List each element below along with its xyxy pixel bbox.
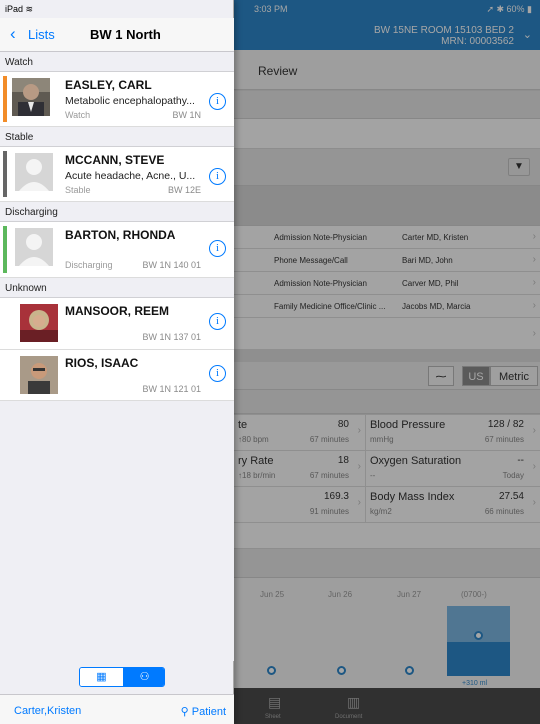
wifi-icon: ≋	[25, 4, 34, 14]
search-icon: ⚲	[180, 706, 189, 718]
nav-bar: ‹ Lists BW 1 North	[0, 18, 234, 52]
patient-row[interactable]: RIOS, ISAAC BW 1N 121 01 i	[0, 350, 234, 401]
patient-search-button[interactable]: ⚲ Patient	[181, 705, 226, 718]
avatar-placeholder-icon	[15, 228, 53, 266]
calendar-icon[interactable]: ▦	[80, 668, 123, 686]
patient-row[interactable]: MANSOOR, REEM BW 1N 137 01 i	[0, 298, 234, 350]
device-name: iPad	[5, 4, 24, 14]
section-header-stable: Stable	[0, 127, 234, 147]
section-header-discharging: Discharging	[0, 202, 234, 222]
status-color-bar	[3, 151, 7, 197]
patient-row[interactable]: BARTON, RHONDA Discharging BW 1N 140 01 …	[0, 222, 234, 278]
patient-location: BW 1N 140 01	[142, 260, 201, 270]
patient-name: BARTON, RHONDA	[65, 228, 176, 242]
back-button[interactable]: Lists	[28, 27, 55, 42]
patient-photo	[12, 78, 50, 116]
patient-name: MANSOOR, REEM	[65, 304, 170, 318]
patient-name: MCCANN, STEVE	[65, 153, 165, 167]
avatar-placeholder-icon	[15, 153, 53, 191]
patient-photo	[20, 356, 58, 394]
section-header-watch: Watch	[0, 52, 234, 72]
info-icon[interactable]: i	[209, 168, 226, 185]
info-icon[interactable]: i	[209, 365, 226, 382]
chevron-left-icon[interactable]: ‹	[10, 25, 16, 42]
patient-location: BW 1N 121 01	[142, 384, 201, 394]
patient-location: BW 1N 137 01	[142, 332, 201, 342]
page-title: BW 1 North	[90, 27, 161, 42]
patient-status: Discharging	[65, 260, 113, 270]
patients-icon[interactable]: ⚇	[123, 668, 164, 686]
section-header-unknown: Unknown	[0, 278, 234, 298]
patient-name: EASLEY, CARL	[65, 78, 152, 92]
patient-location: BW 12E	[167, 185, 201, 195]
view-toggle: ▦ ⚇	[79, 667, 165, 687]
patient-status: Watch	[65, 110, 91, 120]
patient-location: BW 1N	[172, 110, 201, 120]
status-bar: iPad ≋	[0, 0, 234, 18]
empty-list-area	[0, 401, 234, 661]
info-icon[interactable]: i	[209, 313, 226, 330]
patient-diagnosis: Acute headache, Acne., U...	[65, 170, 196, 182]
current-user-button[interactable]: Carter,Kristen	[14, 705, 81, 717]
patient-search-label: Patient	[191, 706, 226, 718]
panel-footer: Carter,Kristen ⚲ Patient	[0, 694, 234, 724]
patient-list-panel: iPad ≋ ‹ Lists BW 1 North Watch EASLEY, …	[0, 0, 234, 724]
patient-row[interactable]: EASLEY, CARL Metabolic encephalopathy...…	[0, 72, 234, 127]
info-icon[interactable]: i	[209, 240, 226, 257]
info-icon[interactable]: i	[209, 93, 226, 110]
patient-name: RIOS, ISAAC	[65, 356, 139, 370]
patient-row[interactable]: MCCANN, STEVE Acute headache, Acne., U..…	[0, 147, 234, 202]
patient-status: Stable	[65, 185, 91, 195]
patient-diagnosis: Metabolic encephalopathy...	[65, 95, 195, 107]
device-label: iPad ≋	[5, 4, 33, 15]
status-color-bar	[3, 76, 7, 122]
patient-photo	[20, 304, 58, 342]
status-color-bar	[3, 226, 7, 273]
